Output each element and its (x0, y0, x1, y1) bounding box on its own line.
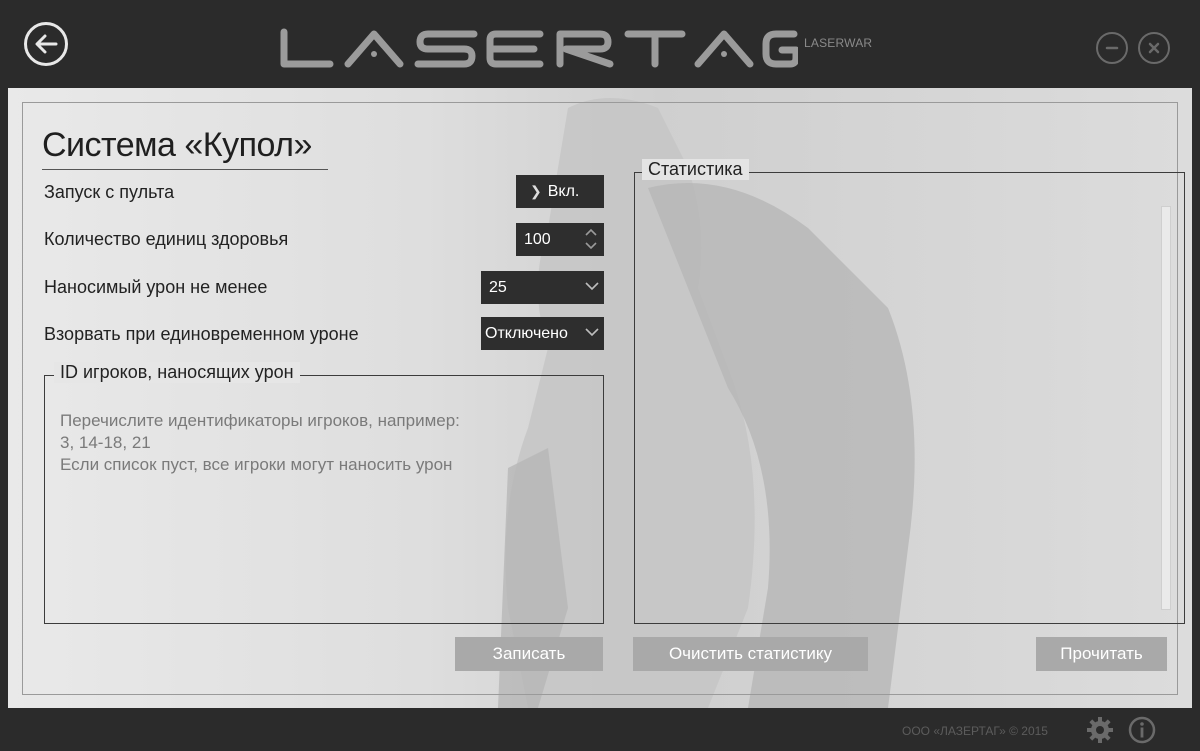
statistics-legend: Статистика (642, 159, 749, 180)
back-arrow-icon (35, 34, 58, 54)
info-icon[interactable] (1128, 716, 1156, 744)
remote-start-label: Запуск с пульта (44, 182, 175, 202)
title-divider (42, 169, 328, 170)
explode-value: Отключено (485, 324, 568, 342)
explode-select[interactable]: Отключено (481, 317, 604, 350)
save-button[interactable]: Записать (455, 637, 603, 671)
main-panel: Система «Купол» Запуск с пульта ❯ Вкл. К… (8, 88, 1192, 708)
chevron-right-icon: ❯ (530, 183, 542, 199)
health-value: 100 (524, 230, 551, 248)
minimize-button[interactable] (1096, 32, 1128, 64)
remote-start-value: Вкл. (547, 182, 580, 200)
remote-start-toggle[interactable]: ❯ Вкл. (516, 175, 604, 208)
player-ids-legend: ID игроков, наносящих урон (54, 362, 300, 383)
copyright-text: ООО «ЛАЗЕРТАГ» © 2015 (902, 724, 1048, 738)
health-stepper[interactable]: 100 (516, 223, 604, 256)
statistics-box (634, 172, 1185, 624)
lasertag-logo (280, 28, 798, 68)
chevron-down-icon (585, 328, 599, 337)
back-button[interactable] (24, 22, 68, 66)
logo-subtitle: LASERWAR (804, 36, 873, 50)
min-damage-value: 25 (489, 278, 507, 296)
player-ids-placeholder: Перечислите идентификаторы игроков, напр… (60, 411, 460, 474)
gear-icon[interactable] (1086, 716, 1114, 744)
footer-bar: ООО «ЛАЗЕРТАГ» © 2015 (0, 708, 1200, 751)
page-title: Система «Купол» (42, 126, 312, 164)
min-damage-select[interactable]: 25 (481, 271, 604, 304)
explode-label: Взорвать при единовременном уроне (44, 324, 359, 344)
statistics-scrollbar[interactable] (1161, 206, 1171, 610)
minimize-icon (1105, 46, 1119, 50)
title-bar: LASERWAR (0, 0, 1200, 88)
close-button[interactable] (1138, 32, 1170, 64)
clear-statistics-button[interactable]: Очистить статистику (633, 637, 868, 671)
health-label: Количество единиц здоровья (44, 229, 289, 249)
close-icon (1148, 42, 1160, 54)
stepper-arrows-icon[interactable] (584, 226, 598, 252)
read-button[interactable]: Прочитать (1036, 637, 1167, 671)
chevron-down-icon (585, 282, 599, 291)
min-damage-label: Наносимый урон не менее (44, 277, 268, 297)
